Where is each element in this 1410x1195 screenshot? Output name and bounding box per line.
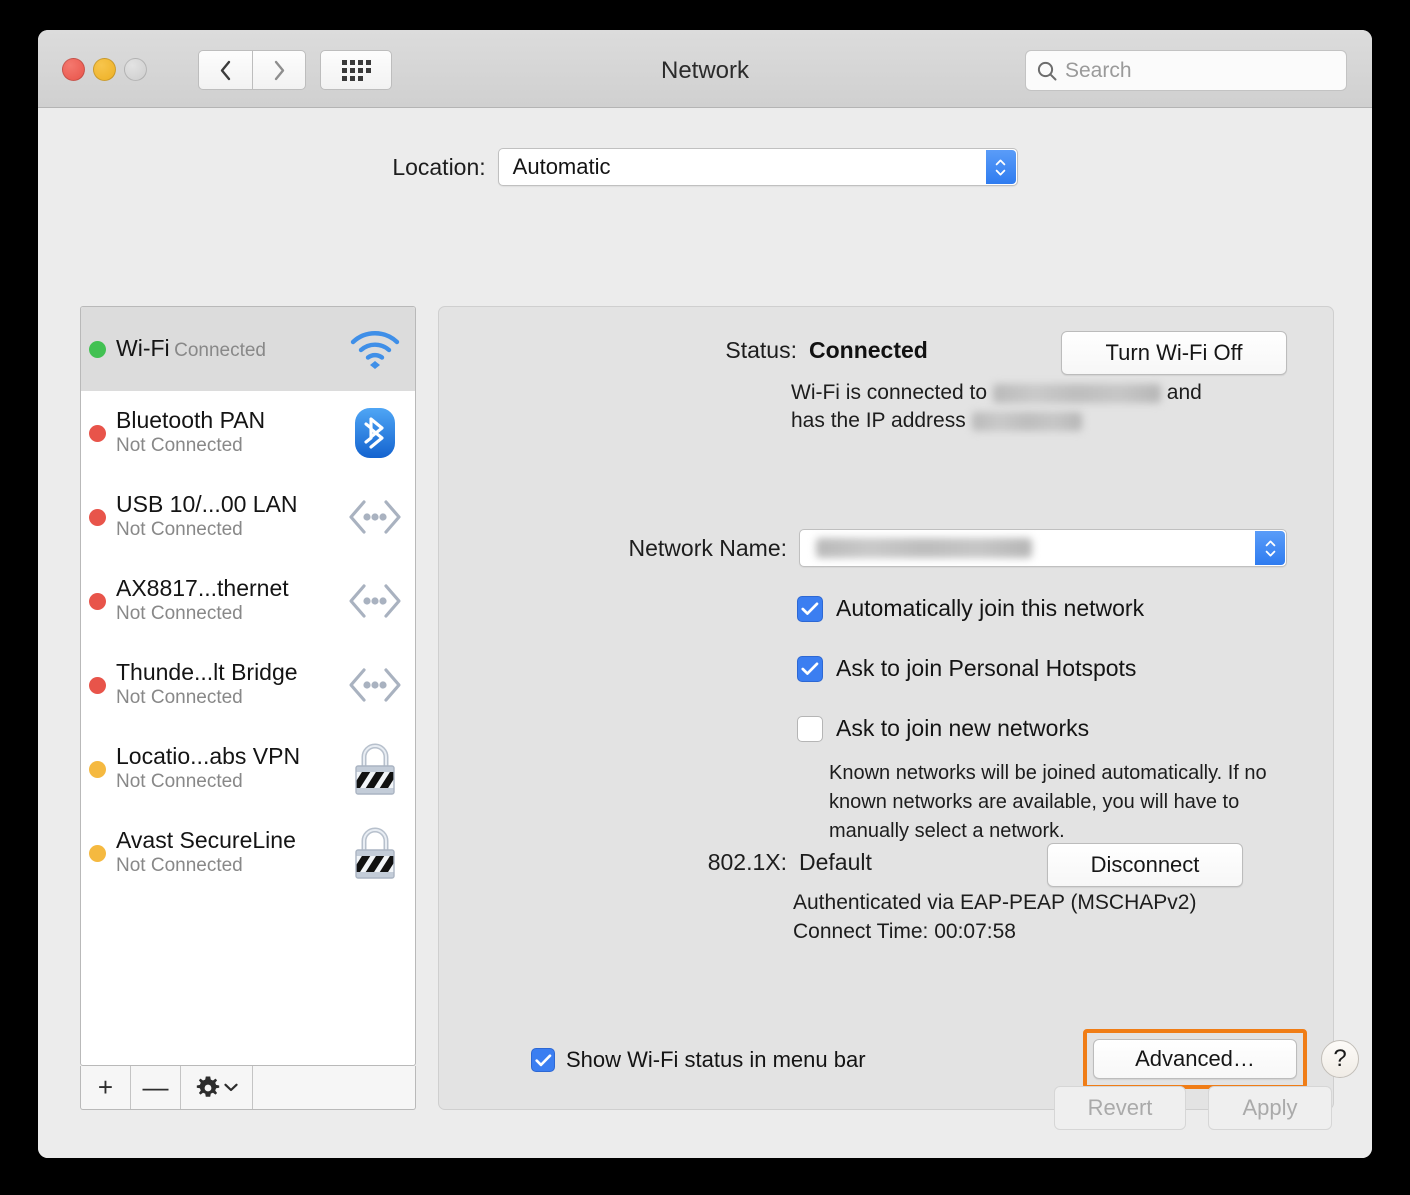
status-dot bbox=[89, 761, 106, 778]
status-dot bbox=[89, 677, 106, 694]
chevron-down-icon bbox=[224, 1083, 238, 1092]
menubar-checkbox-label: Show Wi-Fi status in menu bar bbox=[566, 1047, 866, 1073]
ask-hotspots-label: Ask to join Personal Hotspots bbox=[836, 655, 1136, 682]
service-actions-button[interactable] bbox=[181, 1066, 253, 1109]
chevron-down-icon bbox=[1265, 550, 1276, 557]
search-placeholder: Search bbox=[1065, 59, 1132, 83]
menubar-checkbox-row[interactable]: Show Wi-Fi status in menu bar bbox=[531, 1047, 866, 1073]
status-desc-line1-prefix: Wi-Fi is connected to bbox=[791, 381, 987, 404]
service-name: Thunde...lt Bridge bbox=[116, 659, 298, 685]
service-row-location-labs-vpn[interactable]: Locatio...abs VPN Not Connected bbox=[81, 727, 415, 811]
chevron-down-icon bbox=[995, 169, 1006, 176]
ask-new-networks-checkbox-row[interactable]: Ask to join new networks bbox=[797, 715, 1089, 742]
status-value: Connected bbox=[809, 337, 1059, 364]
service-status: Connected bbox=[174, 340, 266, 361]
help-button[interactable]: ? bbox=[1321, 1040, 1359, 1078]
service-list-toolbar: + — bbox=[80, 1066, 416, 1110]
status-dot bbox=[89, 593, 106, 610]
service-row-wifi[interactable]: Wi-Fi Connected bbox=[81, 307, 415, 391]
service-name: USB 10/...00 LAN bbox=[116, 491, 298, 517]
service-name: Avast SecureLine bbox=[116, 827, 296, 853]
service-name: Locatio...abs VPN bbox=[116, 743, 300, 769]
ask-hotspots-checkbox-row[interactable]: Ask to join Personal Hotspots bbox=[797, 655, 1136, 682]
network-name-label: Network Name: bbox=[629, 535, 787, 562]
redacted-network-name bbox=[993, 384, 1161, 403]
disconnect-button[interactable]: Disconnect bbox=[1047, 843, 1243, 887]
service-name: AX8817...thernet bbox=[116, 575, 289, 601]
auto-join-checkbox-row[interactable]: Automatically join this network bbox=[797, 595, 1144, 622]
status-dot bbox=[89, 509, 106, 526]
wifi-detail-panel: Status: Connected Turn Wi-Fi Off Wi-Fi i… bbox=[438, 306, 1334, 1110]
service-status: Not Connected bbox=[116, 687, 243, 708]
vpn-lock-icon bbox=[347, 741, 403, 797]
turn-wifi-off-button[interactable]: Turn Wi-Fi Off bbox=[1061, 331, 1287, 375]
network-name-row: Network Name: bbox=[439, 535, 787, 562]
service-status: Not Connected bbox=[116, 771, 243, 792]
window-content: Location: Automatic Wi-Fi Connected bbox=[38, 108, 1372, 1158]
network-service-list[interactable]: Wi-Fi Connected Bluetooth PAN Not Co bbox=[80, 306, 416, 1066]
chevron-up-icon bbox=[995, 159, 1006, 166]
checkbox-checked-icon[interactable] bbox=[797, 656, 823, 682]
search-icon bbox=[1036, 60, 1058, 82]
status-label: Status: bbox=[725, 337, 797, 364]
service-name: Bluetooth PAN bbox=[116, 407, 265, 433]
dot1x-auth-line: Authenticated via EAP-PEAP (MSCHAPv2) bbox=[793, 889, 1196, 917]
footer-button-group: Revert Apply bbox=[1054, 1086, 1332, 1130]
network-preferences-window: Network Search Location: Automatic bbox=[38, 30, 1372, 1158]
checkbox-unchecked-icon[interactable] bbox=[797, 716, 823, 742]
network-name-stepper-icon[interactable] bbox=[1255, 531, 1285, 565]
location-row: Location: Automatic bbox=[38, 148, 1372, 186]
dot1x-value: Default bbox=[799, 849, 872, 876]
search-field[interactable]: Search bbox=[1025, 50, 1347, 91]
service-row-ax8817-ethernet[interactable]: AX8817...thernet Not Connected bbox=[81, 559, 415, 643]
status-desc-line1-suffix: and bbox=[1167, 381, 1202, 404]
service-row-bluetooth-pan[interactable]: Bluetooth PAN Not Connected bbox=[81, 391, 415, 475]
revert-button: Revert bbox=[1054, 1086, 1186, 1130]
service-row-usb-lan[interactable]: USB 10/...00 LAN Not Connected bbox=[81, 475, 415, 559]
ethernet-icon bbox=[347, 573, 403, 629]
service-status: Not Connected bbox=[116, 519, 243, 540]
checkbox-checked-icon[interactable] bbox=[531, 1048, 555, 1072]
status-desc-line2-prefix: has the IP address bbox=[791, 409, 966, 432]
ask-new-networks-label: Ask to join new networks bbox=[836, 715, 1089, 742]
service-status: Not Connected bbox=[116, 855, 243, 876]
redacted-network-name-value bbox=[816, 538, 1032, 558]
ethernet-icon bbox=[347, 489, 403, 545]
gear-icon bbox=[195, 1075, 221, 1101]
status-description: Wi-Fi is connected to and has the IP add… bbox=[791, 379, 1311, 436]
service-row-avast-secureline[interactable]: Avast SecureLine Not Connected bbox=[81, 811, 415, 895]
dot1x-connect-time-line: Connect Time: 00:07:58 bbox=[793, 918, 1016, 946]
redacted-ip-address bbox=[972, 412, 1082, 431]
checkbox-checked-icon[interactable] bbox=[797, 596, 823, 622]
remove-service-button[interactable]: — bbox=[131, 1066, 181, 1109]
add-service-button[interactable]: + bbox=[81, 1066, 131, 1109]
toolbar-filler bbox=[253, 1066, 415, 1109]
chevron-up-icon bbox=[1265, 540, 1276, 547]
window-titlebar: Network Search bbox=[38, 30, 1372, 108]
dot1x-label: 802.1X: bbox=[708, 849, 787, 876]
network-name-popup-button[interactable] bbox=[799, 529, 1287, 567]
join-help-text: Known networks will be joined automatica… bbox=[829, 759, 1295, 846]
wifi-icon bbox=[347, 321, 403, 377]
status-dot bbox=[89, 341, 106, 358]
location-stepper-icon[interactable] bbox=[986, 150, 1016, 184]
location-popup-button[interactable]: Automatic bbox=[498, 148, 1018, 186]
service-status: Not Connected bbox=[116, 603, 243, 624]
dot1x-row: 802.1X: bbox=[439, 849, 787, 876]
bluetooth-icon bbox=[347, 405, 403, 461]
location-label: Location: bbox=[392, 154, 485, 181]
service-name: Wi-Fi bbox=[116, 335, 170, 361]
auto-join-label: Automatically join this network bbox=[836, 595, 1144, 622]
advanced-button[interactable]: Advanced… bbox=[1093, 1039, 1297, 1079]
status-dot bbox=[89, 845, 106, 862]
service-row-thunderbolt-bridge[interactable]: Thunde...lt Bridge Not Connected bbox=[81, 643, 415, 727]
location-value: Automatic bbox=[513, 154, 611, 180]
status-row: Status: Connected bbox=[439, 337, 1059, 364]
ethernet-icon bbox=[347, 657, 403, 713]
service-status: Not Connected bbox=[116, 435, 243, 456]
apply-button: Apply bbox=[1208, 1086, 1332, 1130]
status-dot bbox=[89, 425, 106, 442]
vpn-lock-icon bbox=[347, 825, 403, 881]
